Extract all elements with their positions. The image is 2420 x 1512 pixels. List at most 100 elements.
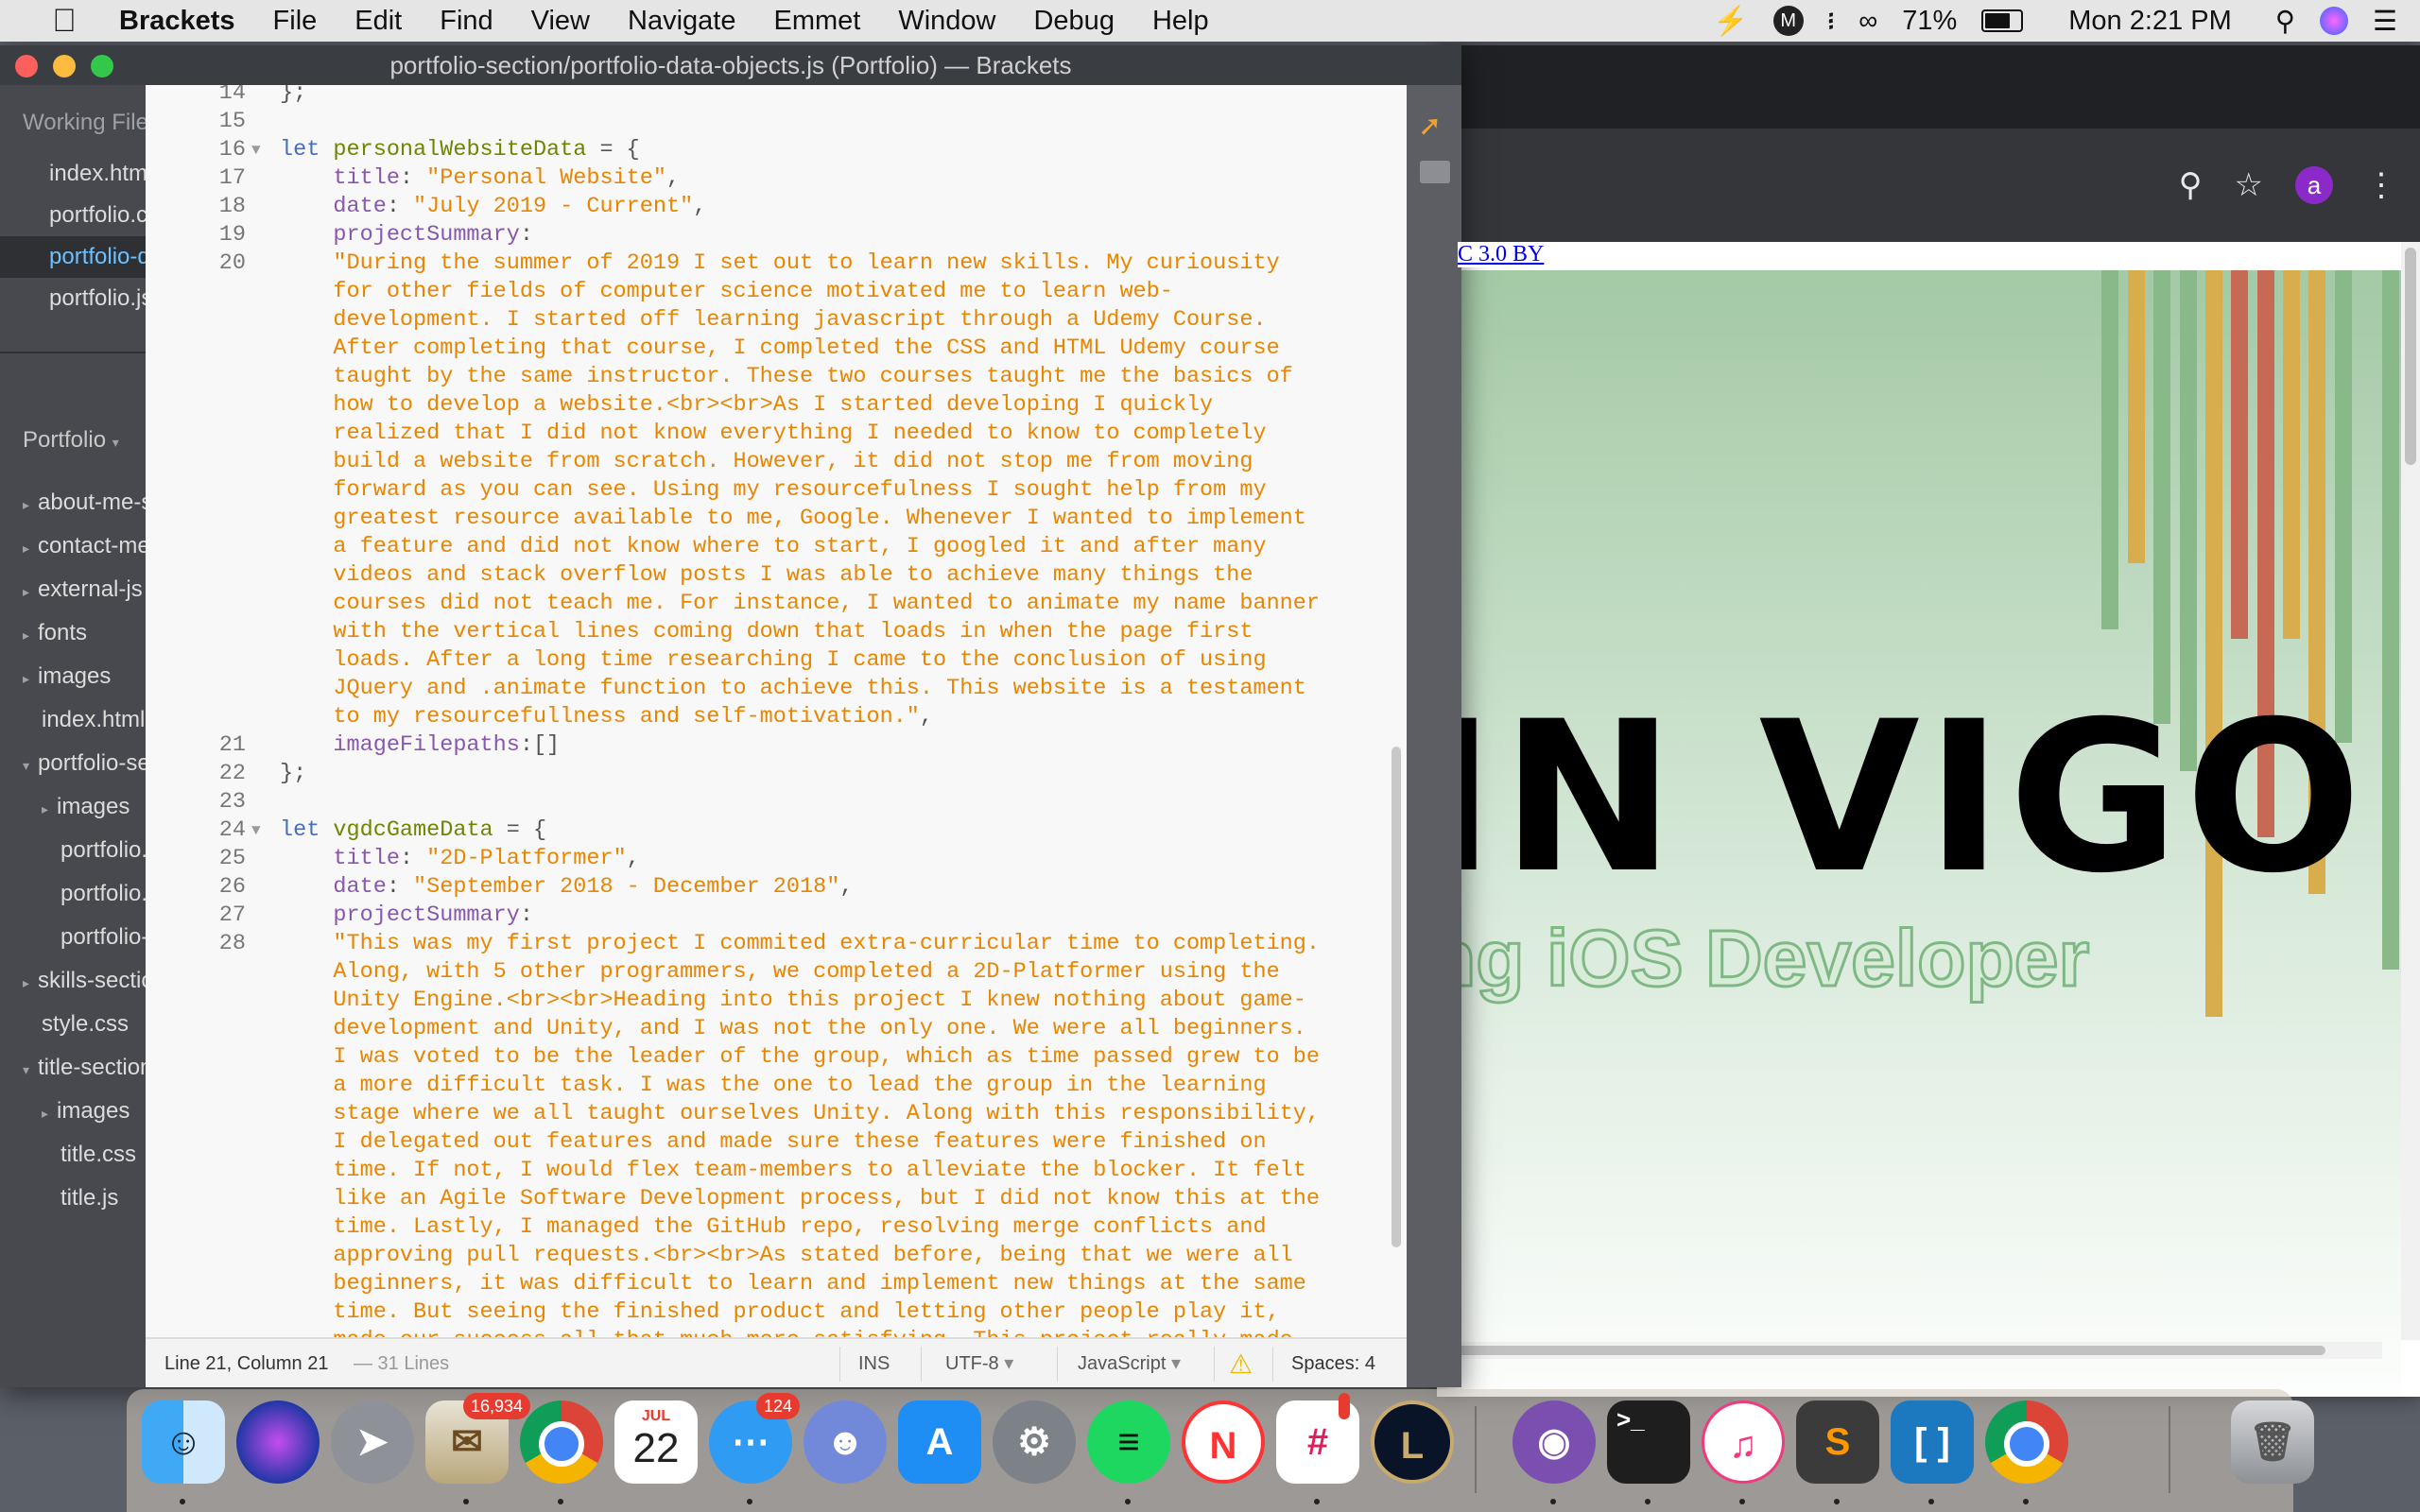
code-line[interactable]: title: "2D-Platformer",	[280, 845, 639, 873]
browser-horizontal-scrollbar[interactable]	[1437, 1342, 2382, 1359]
language-dropdown[interactable]: JavaScript ▾	[1078, 1339, 1181, 1387]
line-number[interactable]	[146, 1015, 246, 1043]
code-line[interactable]: taught by the same instructor. These two…	[280, 363, 1292, 391]
code-line[interactable]: greatest resource available to me, Googl…	[280, 505, 1305, 533]
system-preferences-icon[interactable]: ⚙	[993, 1400, 1076, 1484]
tree-file[interactable]: title.css	[0, 1134, 146, 1176]
slack-icon[interactable]: #	[1276, 1393, 1359, 1484]
line-number[interactable]	[146, 476, 246, 505]
code-line[interactable]: let vgdcGameData = {	[280, 816, 546, 845]
tree-folder[interactable]: ▸ about-me-section	[0, 482, 146, 524]
code-line[interactable]: imageFilepaths:[]	[280, 731, 560, 760]
code-line[interactable]: to my resourcefullness and self-motivati…	[280, 703, 933, 731]
fold-toggle-icon[interactable]: ▼	[251, 136, 267, 164]
tree-file[interactable]: portfolio.js	[0, 873, 146, 915]
line-number[interactable]	[146, 363, 246, 391]
line-number[interactable]	[146, 958, 246, 987]
trash-icon[interactable]: 🗑	[2231, 1400, 2314, 1484]
menu-help[interactable]: Help	[1152, 6, 1209, 37]
code-line[interactable]: "This was my first project I commited ex…	[280, 930, 1320, 958]
code-line[interactable]: a more difficult task. I was the one to …	[280, 1072, 1266, 1100]
menu-file[interactable]: File	[273, 6, 318, 37]
code-line[interactable]: };	[280, 85, 306, 108]
creative-cloud-icon[interactable]: ∞	[1858, 6, 1877, 36]
menu-view[interactable]: View	[531, 6, 590, 37]
line-number[interactable]: 28	[146, 930, 246, 958]
code-line[interactable]: time. If not, I would flex team-members …	[280, 1157, 1305, 1185]
tree-file[interactable]: index.html	[0, 699, 146, 741]
line-number[interactable]	[146, 1298, 246, 1327]
bookmark-star-icon[interactable]: ☆	[2235, 166, 2263, 204]
line-number[interactable]	[146, 561, 246, 590]
bluetooth-icon[interactable]: ᎒	[1828, 4, 1835, 39]
messages-icon[interactable]: ⋯ 124	[709, 1393, 801, 1484]
menu-window[interactable]: Window	[898, 6, 995, 37]
cursor-position[interactable]: Line 21, Column 21	[164, 1339, 328, 1387]
line-number[interactable]: 26	[146, 873, 246, 902]
line-number[interactable]: 18	[146, 193, 246, 221]
code-line[interactable]: courses did not teach me. For instance, …	[280, 590, 1320, 618]
code-line[interactable]: Along, with 5 other programmers, we comp…	[280, 958, 1279, 987]
menu-find[interactable]: Find	[440, 6, 493, 37]
working-file-item[interactable]: portfolio.js	[0, 278, 146, 319]
code-line[interactable]: forward as you can see. Using my resourc…	[280, 476, 1266, 505]
terminal-icon[interactable]: >_	[1607, 1400, 1690, 1484]
code-line[interactable]: development and Unity, and I was not the…	[280, 1015, 1305, 1043]
code-line[interactable]: projectSummary:	[280, 221, 533, 249]
line-number[interactable]	[146, 533, 246, 561]
tree-folder[interactable]: ▸ fonts	[0, 612, 146, 654]
indent-spaces[interactable]: Spaces: 4	[1291, 1339, 1375, 1387]
fold-toggle-icon[interactable]: ▼	[251, 816, 267, 845]
line-number[interactable]	[146, 987, 246, 1015]
line-number[interactable]	[146, 335, 246, 363]
working-file-item[interactable]: index.html	[0, 153, 146, 195]
code-line[interactable]: date: "September 2018 - December 2018",	[280, 873, 853, 902]
tree-file[interactable]: title.js	[0, 1177, 146, 1219]
line-number[interactable]: 27	[146, 902, 246, 930]
code-editor[interactable]: 14 15 16 ▼ 17 18 19 20 21 22 23 24 ▼ 25 26 27 28 }; let p…	[146, 85, 1407, 1337]
line-number[interactable]	[146, 420, 246, 448]
siri-icon[interactable]	[2320, 7, 2348, 35]
live-preview-icon[interactable]: ➚	[1418, 112, 1452, 141]
line-number[interactable]: 19	[146, 221, 246, 249]
code-line[interactable]: time. Lastly, I managed the GitHub repo,…	[280, 1213, 1266, 1242]
calendar-icon[interactable]: JUL 22	[614, 1400, 698, 1484]
tree-file[interactable]: style.css	[0, 1004, 146, 1045]
line-number[interactable]: 25	[146, 845, 246, 873]
line-number[interactable]	[146, 1185, 246, 1213]
tree-folder[interactable]: ▸ skills-section	[0, 960, 146, 1002]
line-number[interactable]	[146, 448, 246, 476]
line-number[interactable]	[146, 1128, 246, 1157]
chrome-icon[interactable]	[1985, 1400, 2068, 1484]
close-window-button[interactable]	[15, 55, 38, 77]
line-number-gutter[interactable]: 14 15 16 ▼ 17 18 19 20 21 22 23 24 ▼ 25 26 27 28	[146, 85, 261, 1337]
line-number[interactable]	[146, 1327, 246, 1337]
league-of-legends-icon[interactable]: L	[1371, 1400, 1454, 1484]
line-number[interactable]	[146, 618, 246, 646]
menu-navigate[interactable]: Navigate	[628, 6, 735, 37]
line-number[interactable]	[146, 1157, 246, 1185]
menu-emmet[interactable]: Emmet	[773, 6, 860, 37]
code-line[interactable]: beginners, it was difficult to learn and…	[280, 1270, 1305, 1298]
code-line[interactable]: a feature and did not know where to star…	[280, 533, 1266, 561]
menu-debug[interactable]: Debug	[1033, 6, 1114, 37]
sublime-text-icon[interactable]: S	[1796, 1400, 1879, 1484]
line-number[interactable]: 23	[146, 788, 246, 816]
spotlight-search-icon[interactable]: ⚲	[2275, 5, 2295, 38]
brackets-icon[interactable]: [ ]	[1891, 1400, 1974, 1484]
news-icon[interactable]: N	[1182, 1400, 1265, 1484]
line-number[interactable]	[146, 306, 246, 335]
code-line[interactable]: how to develop a website.<br><br>As I st…	[280, 391, 1213, 420]
menu-edit[interactable]: Edit	[354, 6, 402, 37]
line-number[interactable]: 22	[146, 760, 246, 788]
code-line[interactable]: I was voted to be the leader of the grou…	[280, 1043, 1320, 1072]
line-number[interactable]	[146, 278, 246, 306]
profile-avatar[interactable]: a	[2295, 166, 2333, 204]
tree-folder[interactable]: ▸ images	[0, 786, 146, 828]
code-line[interactable]: videos and stack overflow posts I was ab…	[280, 561, 1253, 590]
code-line[interactable]: };	[280, 760, 306, 788]
line-number[interactable]	[146, 391, 246, 420]
line-number[interactable]: 20	[146, 249, 246, 278]
launchpad-icon[interactable]: ➤	[331, 1400, 414, 1484]
notification-center-icon[interactable]: ☰	[2373, 5, 2397, 38]
